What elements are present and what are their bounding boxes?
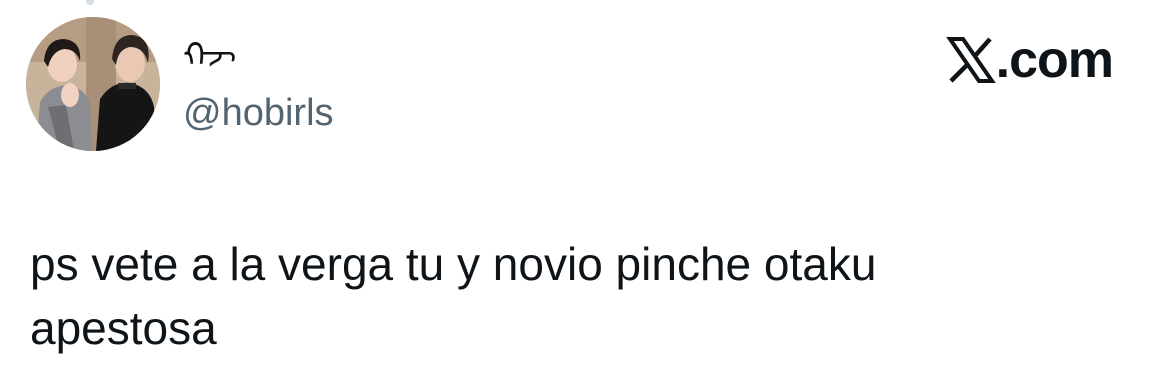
x-com-logo: .com xyxy=(945,30,1114,90)
profile-photo xyxy=(26,17,160,151)
tweet-card: ᡣᠵ @hobirls .com ps vete a la verga tu y… xyxy=(0,0,1169,389)
x-logo-icon xyxy=(945,37,996,83)
author-display-name[interactable]: ᡣᠵ xyxy=(183,34,236,78)
tweet-text-line: ps vete a la verga tu y novio pinche ota… xyxy=(30,238,877,290)
tweet-text-line: apestosa xyxy=(30,302,217,354)
author-handle[interactable]: @hobirls xyxy=(183,90,334,136)
tweet-text: ps vete a la verga tu y novio pinche ota… xyxy=(30,232,1130,360)
brand-domain-suffix: .com xyxy=(995,31,1114,89)
divider xyxy=(86,0,94,5)
avatar[interactable] xyxy=(26,17,160,151)
